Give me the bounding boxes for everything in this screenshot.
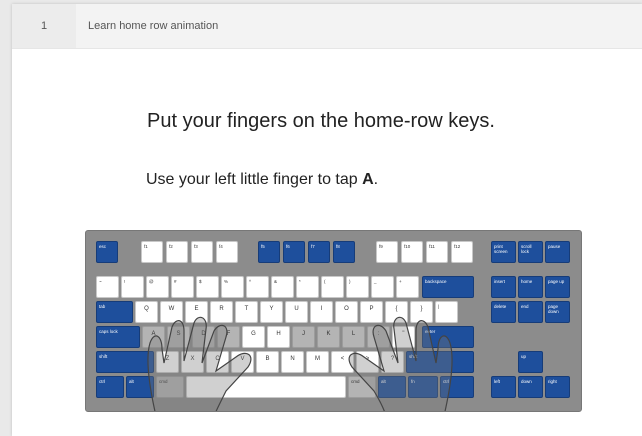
key-h: H bbox=[267, 326, 290, 348]
key-p: P bbox=[360, 301, 383, 323]
key-w: W bbox=[160, 301, 183, 323]
key-o: O bbox=[335, 301, 358, 323]
key-ctrl: ctrl bbox=[440, 376, 474, 398]
key-space bbox=[186, 376, 346, 398]
key-scroll-lock: scroll lock bbox=[518, 241, 543, 263]
key-i: I bbox=[310, 301, 333, 323]
key-a: A bbox=[142, 326, 165, 348]
key-pause: pause bbox=[545, 241, 570, 263]
key-delete: delete bbox=[491, 301, 516, 323]
key-symbol: < bbox=[331, 351, 354, 373]
key-shift: shift bbox=[406, 351, 474, 373]
key-y: Y bbox=[260, 301, 283, 323]
key-home: home bbox=[518, 276, 543, 298]
key-f: F bbox=[217, 326, 240, 348]
key-l: L bbox=[342, 326, 365, 348]
step-number: 1 bbox=[12, 4, 76, 48]
key-end: end bbox=[518, 301, 543, 323]
key-symbol: " bbox=[392, 326, 415, 348]
lesson-header: 1 Learn home row animation bbox=[12, 4, 642, 49]
key-f12: f12 bbox=[451, 241, 473, 263]
key-left: left bbox=[491, 376, 516, 398]
key-u: U bbox=[285, 301, 308, 323]
key-f11: f11 bbox=[426, 241, 448, 263]
key-symbol: } bbox=[410, 301, 433, 323]
key-symbol: ! bbox=[121, 276, 144, 298]
key-esc: esc bbox=[96, 241, 118, 263]
key-f2: f2 bbox=[166, 241, 188, 263]
key-shift: shift bbox=[96, 351, 154, 373]
key-k: K bbox=[317, 326, 340, 348]
key-f4: f4 bbox=[216, 241, 238, 263]
key-r: R bbox=[210, 301, 233, 323]
key-symbol: _ bbox=[371, 276, 394, 298]
key-symbol: * bbox=[296, 276, 319, 298]
key-symbol: ^ bbox=[246, 276, 269, 298]
key-f9: f9 bbox=[376, 241, 398, 263]
key-symbol: @ bbox=[146, 276, 169, 298]
key-z: Z bbox=[156, 351, 179, 373]
key-up: up bbox=[518, 351, 543, 373]
key-f10: f10 bbox=[401, 241, 423, 263]
key-c: C bbox=[206, 351, 229, 373]
key-symbol: $ bbox=[196, 276, 219, 298]
key-j: J bbox=[292, 326, 315, 348]
key-symbol: | bbox=[435, 301, 458, 323]
key-cmd: cmd bbox=[156, 376, 184, 398]
key-f1: f1 bbox=[141, 241, 163, 263]
key-cmd: cmd bbox=[348, 376, 376, 398]
key-f5: f5 bbox=[258, 241, 280, 263]
key-e: E bbox=[185, 301, 208, 323]
key-alt: alt bbox=[378, 376, 406, 398]
key-enter: enter bbox=[422, 326, 474, 348]
key-g: G bbox=[242, 326, 265, 348]
key-b: B bbox=[256, 351, 279, 373]
key-s: S bbox=[167, 326, 190, 348]
key-print-screen: print screen bbox=[491, 241, 516, 263]
lesson-instruction: Use your left little finger to tap A. bbox=[146, 171, 378, 189]
key-t: T bbox=[235, 301, 258, 323]
key-symbol: { bbox=[385, 301, 408, 323]
key-symbol: ? bbox=[381, 351, 404, 373]
key-fn: fn bbox=[408, 376, 438, 398]
key-q: Q bbox=[135, 301, 158, 323]
key-symbol: & bbox=[271, 276, 294, 298]
instruction-end: . bbox=[373, 171, 379, 188]
target-key-label: A bbox=[362, 171, 374, 188]
key-symbol: # bbox=[171, 276, 194, 298]
key-symbol: + bbox=[396, 276, 419, 298]
key-f8: f8 bbox=[333, 241, 355, 263]
key-backspace: backspace bbox=[422, 276, 474, 298]
key-insert: insert bbox=[491, 276, 516, 298]
key-caps-lock: caps lock bbox=[96, 326, 140, 348]
key-symbol: ~ bbox=[96, 276, 119, 298]
key-ctrl: ctrl bbox=[96, 376, 124, 398]
key-m: M bbox=[306, 351, 329, 373]
key-symbol: ) bbox=[346, 276, 369, 298]
key-n: N bbox=[281, 351, 304, 373]
key-f3: f3 bbox=[191, 241, 213, 263]
key-symbol: % bbox=[221, 276, 244, 298]
key-symbol: ( bbox=[321, 276, 344, 298]
key-tab: tab bbox=[96, 301, 133, 323]
key-f7: f7 bbox=[308, 241, 330, 263]
key-v: V bbox=[231, 351, 254, 373]
step-title[interactable]: Learn home row animation bbox=[88, 4, 218, 48]
key-symbol: : bbox=[367, 326, 390, 348]
instruction-text: Use your left little finger to tap bbox=[146, 171, 363, 188]
key-symbol: > bbox=[356, 351, 379, 373]
key-page-down: page down bbox=[545, 301, 570, 323]
key-d: D bbox=[192, 326, 215, 348]
lesson-heading: Put your fingers on the home-row keys. bbox=[147, 110, 495, 132]
key-alt: alt bbox=[126, 376, 154, 398]
keyboard: esc f1 f2 f3 f4 f5 f6 f7 f8 f9 f10 f11 f12 print scre… bbox=[85, 230, 582, 412]
key-right: right bbox=[545, 376, 570, 398]
key-page-up: page up bbox=[545, 276, 570, 298]
key-down: down bbox=[518, 376, 543, 398]
key-f6: f6 bbox=[283, 241, 305, 263]
key-x: X bbox=[181, 351, 204, 373]
